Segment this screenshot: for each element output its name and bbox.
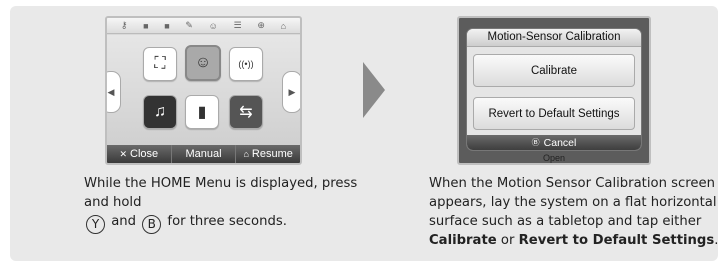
calibration-dialog: Motion-Sensor Calibration Calibrate Reve…	[466, 28, 642, 151]
close-icon: ✕	[119, 148, 128, 159]
revert-term: Revert to Default Settings	[518, 233, 715, 248]
background-label: Open	[542, 153, 566, 163]
home-menu-screenshot: ⚷ ■ ■ ✎ ☺ ☰ ⊕ ⌂ ◀ ⛶ ☺ ((•)) ♫ ▮ ⇆ ▶ ✕ Cl…	[105, 16, 302, 165]
right-arrow-icon: ▶	[282, 71, 300, 113]
close-button: ✕ Close	[119, 148, 159, 160]
cancel-button: Ⓑ Cancel	[467, 135, 641, 150]
selected-tile: ☺	[185, 45, 221, 81]
left-arrow-icon: ◀	[107, 71, 121, 113]
calibrate-button: Calibrate	[473, 54, 635, 87]
calibration-screenshot: Open Motion-Sensor Calibration Calibrate…	[457, 16, 651, 165]
resume-button: ⌂ Resume	[235, 145, 300, 163]
face-icon: ☺	[208, 20, 218, 31]
step1-caption: While the HOME Menu is displayed, press …	[84, 174, 374, 234]
next-step-arrow-icon	[363, 62, 385, 118]
manual-button: Manual	[170, 145, 236, 163]
home-icon: ⌂	[280, 20, 287, 31]
shop-tile: ⛶	[143, 47, 177, 81]
notes-icon: ☰	[233, 20, 242, 30]
music-tile: ♫	[143, 95, 177, 129]
y-button-icon: Y	[86, 215, 105, 234]
home-menu-area: ◀ ⛶ ☺ ((•)) ♫ ▮ ⇆ ▶	[107, 35, 300, 145]
globe-icon: ⊕	[257, 20, 265, 30]
instruction-panel: ⚷ ■ ■ ✎ ☺ ☰ ⊕ ⌂ ◀ ⛶ ☺ ((•)) ♫ ▮ ⇆ ▶ ✕ Cl…	[10, 6, 718, 261]
settings-tile: ⇆	[229, 95, 263, 129]
b-button-icon: B	[142, 215, 162, 234]
home-bottombar: ✕ Close Manual ⌂ Resume	[107, 145, 300, 163]
step2-caption: When the Motion Sensor Calibration scree…	[429, 176, 719, 248]
home-icon-small: ⌂	[243, 149, 249, 159]
tile-grid-icon-2: ■	[164, 20, 170, 31]
home-topbar: ⚷ ■ ■ ✎ ☺ ☰ ⊕ ⌂	[107, 18, 300, 34]
antenna-tile: ((•))	[229, 47, 263, 81]
wrench-icon: ⚷	[120, 20, 128, 30]
calibrate-term: Calibrate	[429, 233, 497, 248]
chart-tile: ▮	[185, 95, 219, 129]
b-button-icon: Ⓑ	[531, 138, 540, 147]
tile-grid-icon: ■	[143, 20, 149, 31]
revert-defaults-button: Revert to Default Settings	[473, 97, 635, 130]
pencil-icon: ✎	[185, 20, 193, 30]
dialog-title: Motion-Sensor Calibration	[467, 29, 641, 47]
